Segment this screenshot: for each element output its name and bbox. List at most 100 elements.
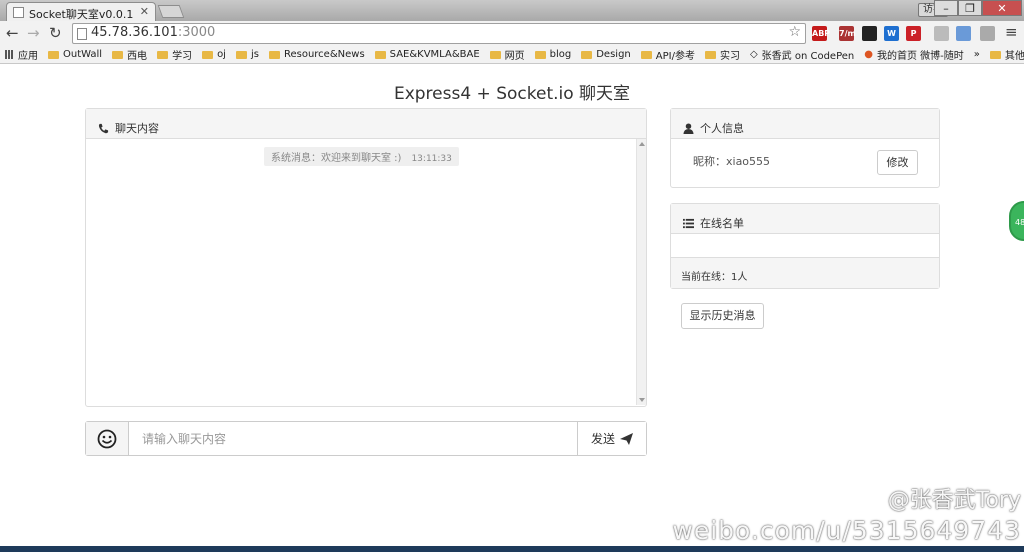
smiley-icon xyxy=(97,429,117,449)
emoji-button[interactable] xyxy=(86,422,129,455)
message-input[interactable] xyxy=(130,422,578,455)
new-tab-button[interactable] xyxy=(157,5,185,18)
bookmark-label: OutWall xyxy=(63,49,103,60)
bookmark-study[interactable]: 学习 xyxy=(152,46,197,63)
profile-panel-header: 个人信息 xyxy=(671,109,939,139)
browser-toolbar: ← → ↻ 45.78.36.101:3000 ☆ ABP 7/m W P ≡ xyxy=(0,21,1024,46)
folder-icon xyxy=(48,50,59,59)
weibo-icon: ● xyxy=(864,49,873,60)
folder-icon xyxy=(489,50,501,59)
bookmark-label: 应用 xyxy=(18,51,38,62)
codepen-icon: ◇ xyxy=(749,49,758,60)
heart-icon[interactable] xyxy=(934,26,949,41)
bookmark-label: API/参考 xyxy=(655,51,695,62)
bookmark-star-icon[interactable]: ☆ xyxy=(788,24,801,40)
folder-icon xyxy=(235,50,247,59)
browser-tab[interactable]: Socket聊天室v0.0.1 ✕ xyxy=(6,2,156,21)
nickname-row: 昵称：xiao555 xyxy=(693,153,770,169)
folder-icon xyxy=(581,50,593,59)
bookmark-label: blog xyxy=(549,49,572,60)
back-arrow-icon[interactable]: ← xyxy=(6,25,19,41)
bookmark-label: 西电 xyxy=(127,51,148,62)
os-taskbar xyxy=(0,546,1024,552)
bookmark-label: oj xyxy=(217,49,226,60)
bookmark-oj[interactable]: oj xyxy=(197,46,231,63)
send-label: 发送 xyxy=(590,432,615,446)
minimize-icon[interactable]: – xyxy=(934,0,958,16)
tab-close-icon[interactable]: ✕ xyxy=(140,5,149,18)
maximize-icon[interactable]: ❐ xyxy=(958,0,982,16)
phone-icon xyxy=(98,123,109,133)
system-message-text: 系统消息：欢迎来到聊天室 :) xyxy=(271,153,402,164)
w-icon[interactable]: W xyxy=(884,26,899,41)
window-controls: – ❐ ✕ xyxy=(934,0,1022,18)
bookmark-label: 实习 xyxy=(719,51,740,62)
bookmarks-bar: 应用 OutWall 西电 学习 oj js Resource&News SAE… xyxy=(0,46,1024,64)
bookmark-internship[interactable]: 实习 xyxy=(700,46,745,63)
folder-icon xyxy=(268,50,280,59)
bookmark-label: 其他书签 xyxy=(1004,51,1024,62)
folder-icon xyxy=(989,50,1001,59)
bookmark-js[interactable]: js xyxy=(231,46,264,63)
chat-panel: 聊天内容 系统消息：欢迎来到聊天室 :) 13:11:33 xyxy=(85,108,647,407)
folder-icon xyxy=(112,50,124,59)
online-panel-title: 在线名单 xyxy=(700,217,744,230)
folder-icon xyxy=(704,50,716,59)
bookmark-label: Design xyxy=(596,49,631,60)
dot-icon[interactable] xyxy=(862,26,877,41)
window-close-icon[interactable]: ✕ xyxy=(982,0,1022,16)
bookmark-weibo[interactable]: ● 我的首页 微博-随时 xyxy=(859,46,969,63)
abp-icon[interactable]: ABP xyxy=(812,26,830,41)
send-button[interactable]: 发送 xyxy=(577,422,646,455)
bookmark-label: 张香武 on CodePen xyxy=(761,51,855,62)
nickname-value: xiao555 xyxy=(726,155,771,168)
online-panel: 在线名单 当前在线：1人 xyxy=(670,203,940,289)
edit-nickname-button[interactable]: 修改 xyxy=(877,150,918,175)
bookmark-xidian[interactable]: 西电 xyxy=(107,46,152,63)
chat-messages[interactable]: 系统消息：欢迎来到聊天室 :) 13:11:33 xyxy=(86,139,646,406)
forward-arrow-icon[interactable]: → xyxy=(27,25,40,41)
user-icon xyxy=(683,122,694,134)
bookmarks-overflow[interactable]: » xyxy=(969,46,985,63)
bookmark-design[interactable]: Design xyxy=(576,46,636,63)
bookmark-codepen[interactable]: ◇ 张香武 on CodePen xyxy=(745,46,859,63)
page-icon xyxy=(77,28,87,40)
bookmark-apps[interactable]: 应用 xyxy=(0,46,43,63)
pinterest-icon[interactable]: P xyxy=(906,26,921,41)
bookmark-resource-news[interactable]: Resource&News xyxy=(264,46,370,63)
scroll-up-icon[interactable] xyxy=(639,142,645,146)
folder-icon xyxy=(202,50,214,59)
folder-icon xyxy=(534,50,546,59)
address-bar[interactable]: 45.78.36.101:3000 ☆ xyxy=(72,23,806,44)
reload-icon[interactable]: ↻ xyxy=(49,25,62,41)
scroll-down-icon[interactable] xyxy=(639,398,645,402)
bookmark-sae[interactable]: SAE&KVMLA&BAE xyxy=(370,46,485,63)
bookmark-label: 我的首页 微博-随时 xyxy=(876,51,964,62)
nickname-label: 昵称： xyxy=(693,155,726,168)
url-host: 45.78.36.101 xyxy=(91,25,178,40)
url-port: :3000 xyxy=(177,25,216,40)
profile-panel-title: 个人信息 xyxy=(700,122,744,135)
bookmark-other[interactable]: 其他书签 xyxy=(985,46,1024,63)
chat-scrollbar[interactable] xyxy=(636,139,646,405)
folder-icon xyxy=(640,50,652,59)
online-count: 当前在线：1人 xyxy=(671,257,939,288)
show-history-button[interactable]: 显示历史消息 xyxy=(681,303,764,329)
message-input-group: 发送 xyxy=(85,421,647,456)
puzzle-icon[interactable] xyxy=(956,26,971,41)
bookmark-api[interactable]: API/参考 xyxy=(636,46,700,63)
bookmark-outwall[interactable]: OutWall xyxy=(43,46,107,63)
bookmark-web[interactable]: 网页 xyxy=(485,46,530,63)
chat-panel-title: 聊天内容 xyxy=(115,122,159,135)
side-float-badge[interactable]: 48 xyxy=(1009,201,1024,241)
bulb-icon[interactable] xyxy=(980,26,995,41)
counter-icon[interactable]: 7/m xyxy=(839,26,856,41)
bookmark-label: 网页 xyxy=(504,51,525,62)
chat-panel-header: 聊天内容 xyxy=(86,109,646,139)
online-panel-header: 在线名单 xyxy=(671,204,939,234)
weibo-watermark: @张香武Tory weibo.com/u/5315649743 xyxy=(672,482,1021,545)
weibo-logo-icon xyxy=(848,487,879,511)
menu-icon[interactable]: ≡ xyxy=(1005,24,1018,40)
bookmark-blog[interactable]: blog xyxy=(530,46,577,63)
bookmark-label: Resource&News xyxy=(283,49,365,60)
